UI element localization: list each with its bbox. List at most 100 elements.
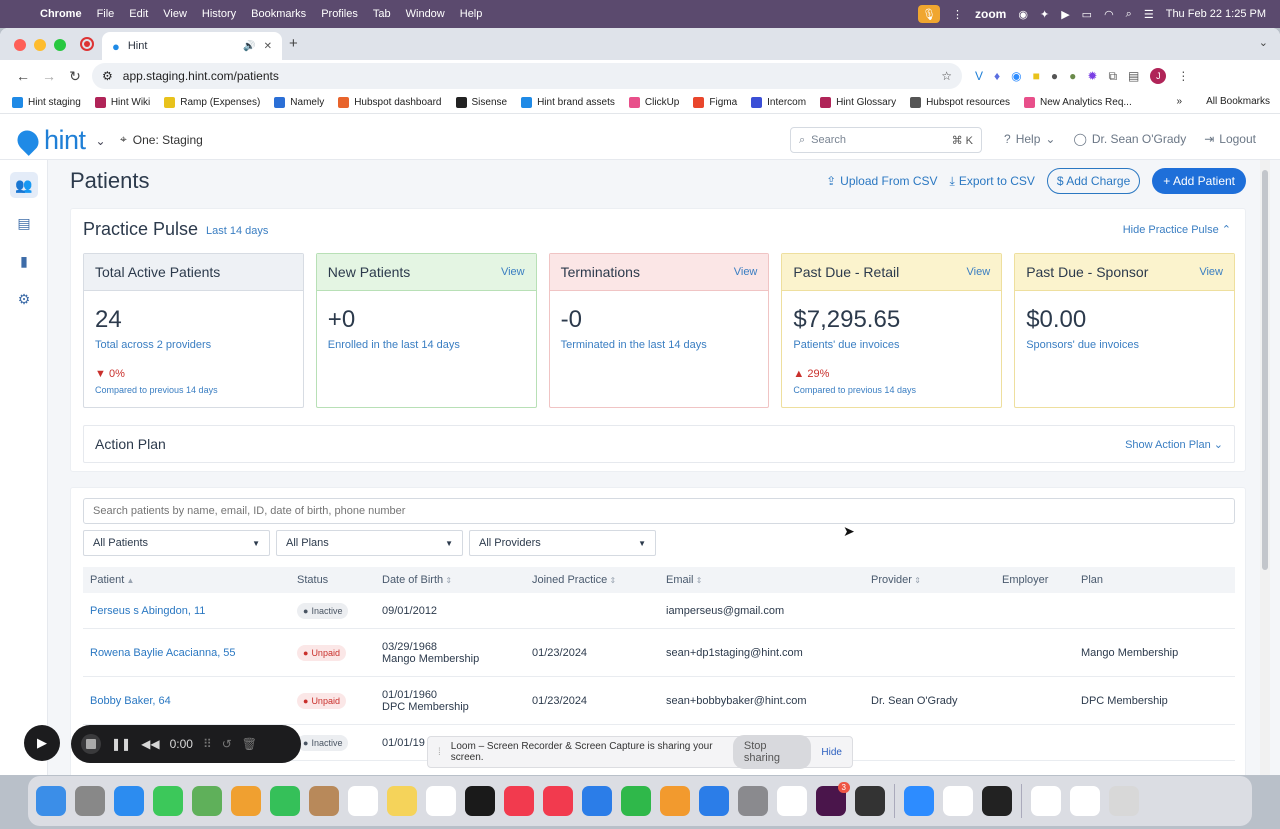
zoom-menubar-label[interactable]: zoom — [975, 7, 1006, 21]
show-action-plan-button[interactable]: Show Action Plan ⌄ — [1125, 438, 1223, 451]
close-tab-icon[interactable]: ✕ — [264, 41, 272, 52]
hint-logo[interactable]: hint ⌄ — [13, 125, 106, 156]
preview-icon[interactable] — [943, 786, 973, 816]
battery-icon[interactable]: ▭ — [1082, 8, 1092, 21]
menu-edit[interactable]: Edit — [129, 8, 148, 20]
purple-extension-icon[interactable]: ✹ — [1087, 69, 1097, 83]
profile-avatar[interactable]: J — [1150, 68, 1167, 84]
add-charge-button[interactable]: $ Add Charge — [1046, 168, 1141, 194]
scrollbar-thumb[interactable] — [1262, 170, 1268, 570]
vuetify-extension-icon[interactable]: V — [975, 69, 983, 83]
menu-window[interactable]: Window — [406, 8, 445, 20]
patient-name-link[interactable]: Perseus s Abingdon, 11 — [83, 605, 297, 617]
menu-tab[interactable]: Tab — [373, 8, 391, 20]
play-icon[interactable]: ▶ — [1061, 8, 1069, 21]
more-bookmarks-chevron-icon[interactable]: » — [1177, 96, 1183, 107]
new-tab-button[interactable]: + — [289, 35, 298, 52]
grey-extension-icon[interactable]: ● — [1051, 69, 1058, 83]
bookmark-item[interactable]: Ramp (Expenses) — [164, 97, 260, 108]
hide-practice-pulse-button[interactable]: Hide Practice Pulse ⌃ — [1123, 223, 1231, 236]
upload-csv-button[interactable]: ⇪ Upload From CSV — [826, 174, 937, 188]
menu-bookmarks[interactable]: Bookmarks — [251, 8, 306, 20]
microphone-icon[interactable]: 🎙 — [918, 5, 941, 23]
menu-help[interactable]: Help — [460, 8, 483, 20]
chrome-icon[interactable] — [777, 786, 807, 816]
nav-patients-icon[interactable]: 👥 — [10, 172, 38, 198]
nav-billing-icon[interactable]: ▤ — [10, 210, 38, 236]
drag-handle-icon[interactable]: ⁞ — [438, 747, 441, 758]
patient-search-input[interactable] — [83, 498, 1235, 524]
bookmark-item[interactable]: Intercom — [751, 97, 806, 108]
forward-button[interactable]: → — [36, 68, 62, 84]
bookmark-star-icon[interactable]: ☆ — [941, 69, 952, 83]
nav-reports-icon[interactable]: ▮ — [10, 248, 38, 274]
patient-status-filter[interactable]: All Patients ▼ — [83, 530, 270, 556]
rewind-icon[interactable]: ◀◀ — [141, 737, 159, 751]
menu-file[interactable]: File — [97, 8, 115, 20]
menubar-datetime[interactable]: Thu Feb 22 1:25 PM — [1166, 8, 1266, 20]
bookmark-item[interactable]: Figma — [693, 97, 737, 108]
bookmark-item[interactable]: ClickUp — [628, 97, 679, 108]
grammarly-icon[interactable]: ◉ — [1018, 8, 1028, 21]
patient-name-link[interactable]: Rowena Baylie Acacianna, 55 — [83, 647, 297, 659]
freeform-icon[interactable] — [426, 786, 456, 816]
trash-icon[interactable] — [1109, 786, 1139, 816]
photos-icon[interactable] — [231, 786, 261, 816]
menu-history[interactable]: History — [202, 8, 236, 20]
plan-filter[interactable]: All Plans ▼ — [276, 530, 463, 556]
slack-icon[interactable]: 3 — [816, 782, 850, 816]
address-bar[interactable]: ⚙ app.staging.hint.com/patients ☆ — [92, 63, 962, 89]
zoominfo-extension-icon[interactable]: ◉ — [1011, 69, 1021, 83]
app-store-icon[interactable] — [699, 786, 729, 816]
tab-search-chevron-icon[interactable]: ⌄ — [1259, 36, 1268, 49]
bookmark-item[interactable]: Hubspot resources — [910, 97, 1010, 108]
bookmark-item[interactable]: Namely — [274, 97, 324, 108]
news-icon[interactable] — [543, 786, 573, 816]
trash-icon[interactable]: 🗑 — [242, 737, 257, 751]
pause-icon[interactable]: ❚❚ — [111, 737, 131, 751]
keynote-icon[interactable] — [582, 786, 612, 816]
user-menu[interactable]: ◯ Dr. Sean O'Grady — [1073, 132, 1186, 146]
global-search-input[interactable]: ⌕ Search ⌘ K — [790, 127, 982, 153]
all-bookmarks-folder[interactable]: All Bookmarks — [1206, 96, 1270, 107]
music-icon[interactable] — [504, 786, 534, 816]
downloads-icon[interactable] — [1031, 786, 1061, 816]
location-selector[interactable]: ⌖ One: Staging — [120, 132, 203, 147]
bookmark-item[interactable]: Hint staging — [12, 97, 81, 108]
grid-icon[interactable]: ⠿ — [203, 737, 212, 751]
logout-link[interactable]: ⇥ Logout — [1204, 132, 1256, 146]
messages-icon[interactable] — [153, 786, 183, 816]
zoom-icon[interactable] — [904, 786, 934, 816]
wifi-icon[interactable]: ◠ — [1104, 8, 1114, 21]
provider-filter[interactable]: All Providers ▼ — [469, 530, 656, 556]
reload-button[interactable]: ↻ — [62, 68, 88, 85]
bookmark-item[interactable]: New Analytics Req... — [1024, 97, 1132, 108]
table-row[interactable]: Perseus s Abingdon, 11 ● Inactive 09/01/201… — [83, 593, 1235, 629]
finder-icon[interactable] — [36, 786, 66, 816]
control-center-icon[interactable]: ☰ — [1144, 8, 1154, 21]
column-header[interactable]: Patient ▲ — [83, 574, 297, 586]
calculator-icon[interactable] — [855, 786, 885, 816]
loom-camera-button[interactable]: ▶ — [24, 725, 60, 761]
speaker-icon[interactable]: 🔊 — [243, 41, 255, 52]
table-row[interactable]: Rowena Baylie Acacianna, 55 ● Unpaid 03/29/… — [83, 629, 1235, 677]
safari-icon[interactable] — [114, 786, 144, 816]
column-header[interactable]: Date of Birth ⇕ — [382, 574, 532, 586]
tab-hint[interactable]: ● Hint 🔊 ✕ — [102, 32, 282, 60]
export-csv-button[interactable]: ⤓ Export to CSV — [950, 174, 1035, 189]
minimize-window-button[interactable] — [34, 39, 46, 51]
contacts-icon[interactable] — [309, 786, 339, 816]
maximize-window-button[interactable] — [54, 39, 66, 51]
menu-app-name[interactable]: Chrome — [40, 8, 82, 20]
bookmark-item[interactable]: Hint Glossary — [820, 97, 896, 108]
system-settings-icon[interactable] — [738, 786, 768, 816]
sidepanel-icon[interactable]: ▤ — [1128, 69, 1139, 83]
site-info-icon[interactable]: ⚙ — [102, 69, 113, 83]
patient-name-link[interactable]: Bobby Baker, 64 — [83, 695, 297, 707]
close-window-button[interactable] — [14, 39, 26, 51]
bookmark-item[interactable]: Sisense — [455, 97, 507, 108]
reminders-icon[interactable] — [348, 786, 378, 816]
loom-stop-button[interactable] — [81, 734, 101, 754]
menu-view[interactable]: View — [163, 8, 187, 20]
pulse-card-view-link[interactable]: View — [734, 266, 758, 278]
